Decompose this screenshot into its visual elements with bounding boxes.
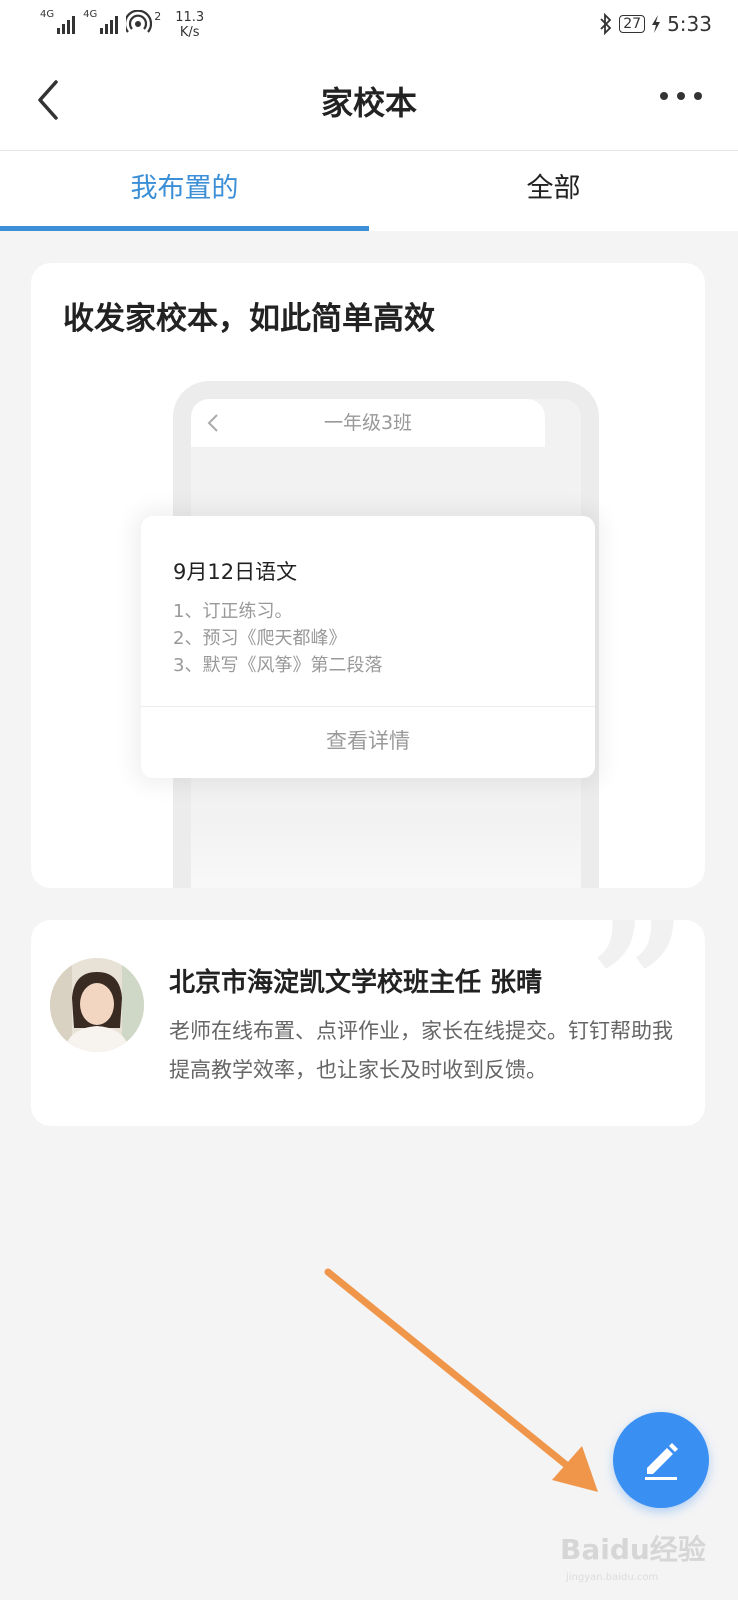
testimonial-text: 老师在线布置、点评作业，家长在线提交。钉钉帮助我提高教学效率，也让家长及时收到反… — [169, 1019, 673, 1082]
testimonial-card: ” 北京市海淀凯文学校班主任 张晴 老师在线布置、点评作业，家长在线提交。钉钉帮… — [31, 920, 705, 1126]
speed-unit: K/s — [179, 25, 200, 40]
phone-header: 一年级3班 — [191, 399, 545, 447]
watermark-logo: Baidu经验 — [560, 1533, 706, 1566]
watermark-url: jingyan.baidu.com — [566, 1572, 659, 1583]
more-icon[interactable] — [660, 92, 702, 100]
phone-header-title: 一年级3班 — [323, 412, 413, 434]
edit-icon — [645, 1443, 678, 1480]
hotspot-icon — [126, 10, 153, 33]
charging-icon — [652, 15, 661, 33]
homework-card: 9月12日语文 1、订正练习。 2、预习《爬天都峰》 3、默写《风筝》第二段落 … — [141, 516, 595, 778]
speed-value: 11.3 — [175, 10, 205, 25]
status-right: 27 5:33 — [599, 12, 712, 36]
network-type: 4G — [40, 9, 55, 20]
signal-icon-2: 4G — [83, 9, 119, 34]
promo-card: 收发家校本，如此简单高效 一年级3班 9月12日语文 1、订正练习。 2、预习《… — [31, 263, 705, 888]
compose-button[interactable] — [613, 1412, 709, 1508]
phone-fade — [191, 819, 581, 888]
network-speed: 11.3 K/s — [175, 10, 204, 40]
nav-bar: 家校本 — [0, 52, 738, 151]
clock: 5:33 — [667, 12, 712, 36]
page-title: 家校本 — [320, 84, 417, 122]
tab-assigned-by-me[interactable]: 我布置的 — [0, 151, 369, 231]
network-type-2: 4G — [83, 9, 98, 20]
tab-bar: 我布置的 全部 — [0, 151, 738, 231]
bluetooth-icon — [600, 13, 612, 35]
phone-back-icon — [207, 414, 218, 432]
homework-line: 2、预习《爬天都峰》 — [173, 628, 347, 649]
homework-line: 3、默写《风筝》第二段落 — [173, 655, 383, 676]
homework-line: 1、订正练习。 — [173, 601, 293, 622]
hotspot-count: 2 — [154, 10, 162, 23]
status-bar: 4G 4G 2 11.3 K/s 27 5:33 — [0, 0, 738, 52]
testimonial-author: 北京市海淀凯文学校班主任 张晴 — [169, 968, 543, 998]
tab-all[interactable]: 全部 — [369, 151, 738, 231]
promo-title: 收发家校本，如此简单高效 — [63, 301, 435, 337]
homework-title: 9月12日语文 — [173, 560, 298, 584]
battery-indicator: 27 — [619, 15, 646, 33]
status-left: 4G 4G 2 11.3 K/s — [40, 9, 204, 41]
signal-icon: 4G — [40, 9, 76, 34]
homework-lines: 1、订正练习。 2、预习《爬天都峰》 3、默写《风筝》第二段落 — [173, 598, 382, 679]
view-details-label: 查看详情 — [326, 729, 410, 753]
avatar — [50, 958, 144, 1052]
